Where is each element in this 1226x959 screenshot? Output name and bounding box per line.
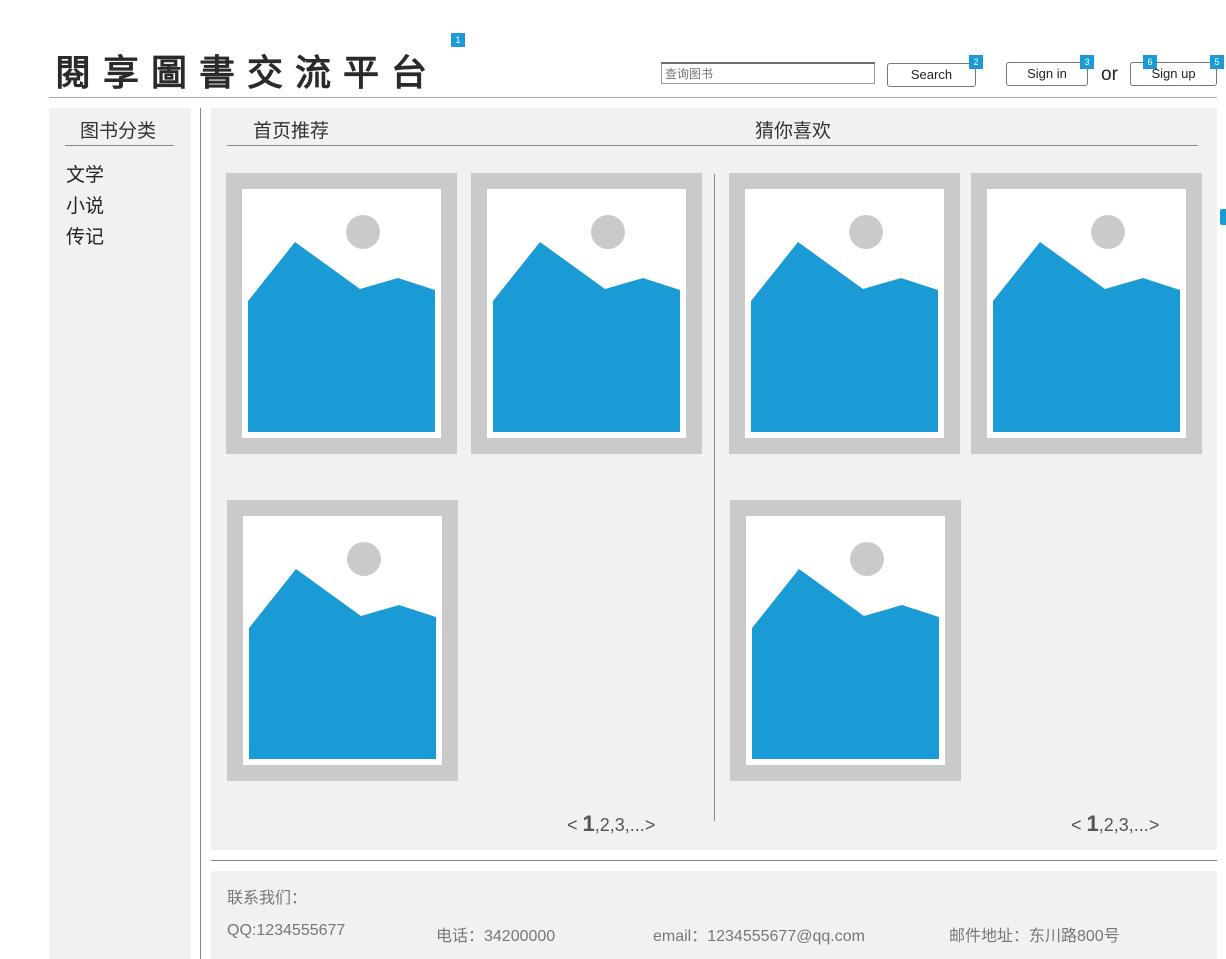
image-placeholder-icon xyxy=(745,189,944,438)
search-input[interactable] xyxy=(661,62,875,84)
category-item-biography[interactable]: 传记 xyxy=(66,222,104,249)
book-cover-placeholder[interactable] xyxy=(226,173,457,454)
prev-page-link[interactable]: < xyxy=(567,815,578,835)
current-page[interactable]: 1 xyxy=(1087,811,1099,836)
image-placeholder-icon xyxy=(746,516,945,765)
recommend-pagination: < 1,2,3,...> xyxy=(567,811,655,837)
contact-phone: 电话：34200000 xyxy=(436,928,556,945)
book-cover-placeholder[interactable] xyxy=(729,173,960,454)
sign-in-button[interactable]: Sign in xyxy=(1006,62,1088,86)
sidebar-title-divider xyxy=(65,145,174,146)
page-links[interactable]: ,2,3,... xyxy=(1099,815,1149,835)
footer-divider xyxy=(211,860,1217,861)
guess-pagination: < 1,2,3,...> xyxy=(1071,811,1159,837)
category-item-novel[interactable]: 小说 xyxy=(66,191,104,218)
book-cover-placeholder[interactable] xyxy=(227,500,458,781)
book-cover-placeholder[interactable] xyxy=(730,500,961,781)
site-logo[interactable]: 閱享圖書交流平台 xyxy=(55,44,439,96)
book-cover-placeholder[interactable] xyxy=(471,173,702,454)
or-separator: or xyxy=(1101,64,1118,85)
image-placeholder-icon xyxy=(487,189,686,438)
column-divider xyxy=(714,174,715,821)
annotation-badge-3: 3 xyxy=(1080,55,1094,69)
header-divider xyxy=(49,97,1217,98)
annotation-badge-2: 2 xyxy=(969,55,983,69)
main-title-divider xyxy=(227,145,1198,146)
sidebar-title: 图书分类 xyxy=(80,120,157,142)
image-placeholder-icon xyxy=(242,189,441,438)
page-links[interactable]: ,2,3,... xyxy=(595,815,645,835)
contact-address: 邮件地址：东川路800号 xyxy=(949,928,1120,945)
image-placeholder-icon xyxy=(987,189,1186,438)
annotation-badge-5: 5 xyxy=(1210,55,1224,69)
next-page-link[interactable]: > xyxy=(1149,815,1160,835)
recommend-title: 首页推荐 xyxy=(253,120,330,142)
image-placeholder-icon xyxy=(243,516,442,765)
prev-page-link[interactable]: < xyxy=(1071,815,1082,835)
current-page[interactable]: 1 xyxy=(583,811,595,836)
sidebar-divider xyxy=(200,108,201,959)
book-cover-placeholder[interactable] xyxy=(971,173,1202,454)
annotation-badge-6: 6 xyxy=(1143,55,1157,69)
next-page-link[interactable]: > xyxy=(645,815,656,835)
search-button[interactable]: Search xyxy=(887,63,976,87)
guess-title: 猜你喜欢 xyxy=(755,120,832,142)
contact-label: 联系我们： xyxy=(227,890,308,907)
category-item-literature[interactable]: 文学 xyxy=(66,160,104,187)
edge-marker xyxy=(1220,209,1226,225)
contact-qq: QQ:1234555677 xyxy=(227,922,346,939)
contact-email[interactable]: email：1234555677@qq.com xyxy=(653,922,865,946)
annotation-badge-1: 1 xyxy=(451,33,465,47)
